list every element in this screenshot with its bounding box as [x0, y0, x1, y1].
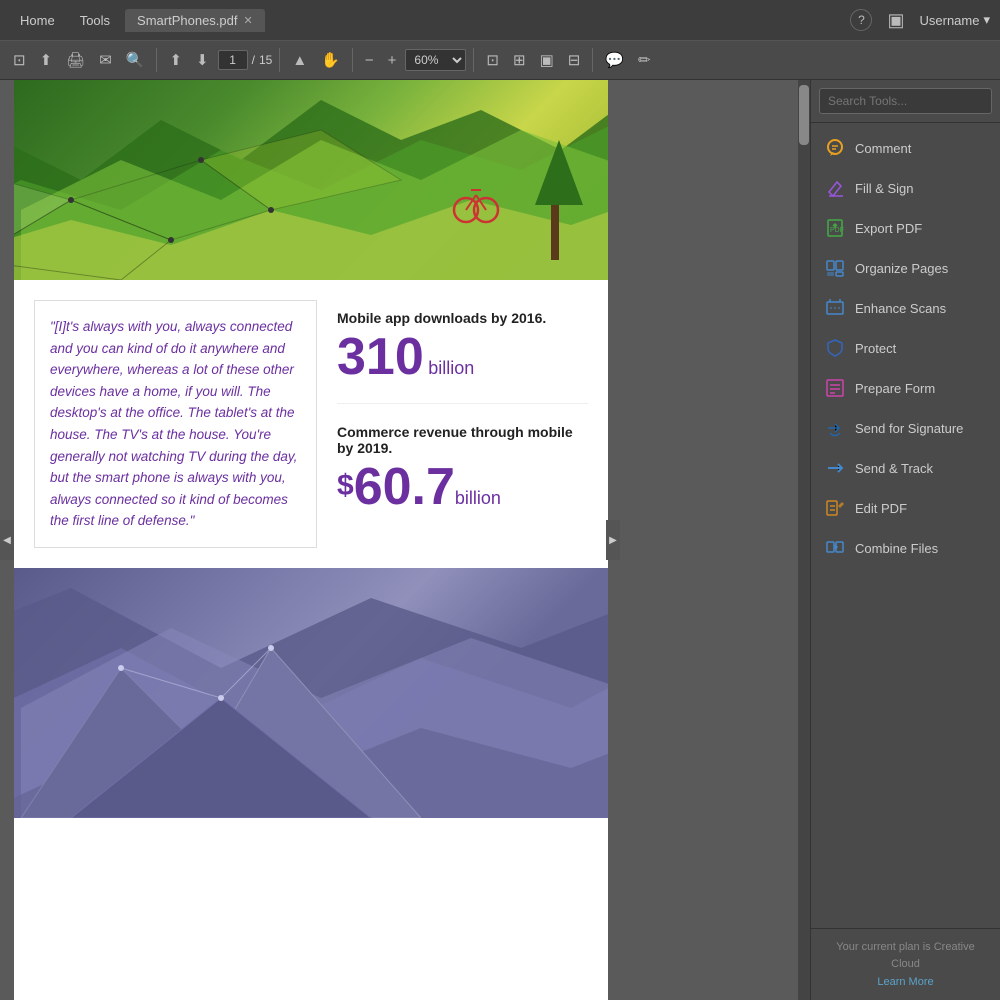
send-signature-tool-label: Send for Signature	[855, 421, 963, 436]
create-pdf-btn[interactable]: ⊡	[8, 47, 31, 73]
organize-pages-tool[interactable]: Organize Pages	[811, 248, 1000, 288]
stat2-unit: billion	[455, 488, 501, 508]
menu-right: ? ▣ Username ▾	[850, 9, 990, 31]
page-total: 15	[259, 53, 272, 67]
stat1-number: 310	[337, 328, 424, 386]
email-btn[interactable]: ✉	[94, 47, 117, 73]
combine-files-tool-icon	[825, 538, 845, 558]
comment-tool[interactable]: Comment	[811, 128, 1000, 168]
username-label: Username	[920, 13, 980, 28]
right-panel-toggle[interactable]: ▶	[606, 520, 620, 560]
fit-page-btn[interactable]: ⊡	[481, 47, 504, 73]
export-pdf-tool-label: Export PDF	[855, 221, 922, 236]
tab-label: SmartPhones.pdf	[137, 13, 237, 28]
help-btn[interactable]: ?	[850, 9, 872, 31]
right-tools-panel: Comment Fill & Sign PDF Export PDF Organize …	[810, 80, 1000, 1000]
zoom-select[interactable]: 60% 75% 100% 125%	[405, 49, 466, 71]
send-track-tool-label: Send & Track	[855, 461, 933, 476]
pdf-stats: Mobile app downloads by 2016. 310 billio…	[337, 300, 588, 548]
search-tools-input[interactable]	[819, 88, 992, 114]
stat1-unit: billion	[428, 358, 474, 378]
page-separator: /	[252, 53, 255, 67]
tablet-icon-btn[interactable]: ▣	[887, 10, 904, 31]
send-signature-tool[interactable]: Send for Signature	[811, 408, 1000, 448]
enhance-scans-tool-label: Enhance Scans	[855, 301, 946, 316]
print-btn[interactable]: 🖨	[61, 47, 90, 73]
combine-files-tool-label: Combine Files	[855, 541, 938, 556]
export-pdf-tool-icon: PDF	[825, 218, 845, 238]
combine-files-tool[interactable]: Combine Files	[811, 528, 1000, 568]
prepare-form-tool-label: Prepare Form	[855, 381, 935, 396]
edit-pdf-tool[interactable]: Edit PDF	[811, 488, 1000, 528]
stat1-number-group: 310 billion	[337, 331, 588, 383]
edit-pdf-tool-icon	[825, 498, 845, 518]
pdf-footer-image	[14, 568, 608, 818]
prepare-form-tool-icon	[825, 378, 845, 398]
plan-text: Your current plan is Creative Cloud	[821, 939, 990, 972]
stat1-label: Mobile app downloads by 2016.	[337, 310, 588, 326]
prev-page-btn[interactable]: ⬆	[164, 47, 187, 73]
zoom-in-btn[interactable]: +	[383, 48, 402, 73]
pen-toolbar-btn[interactable]: ✏	[633, 47, 656, 73]
comment-tool-icon	[825, 138, 845, 158]
learn-more-link[interactable]: Learn More	[877, 976, 933, 988]
send-track-tool[interactable]: Send & Track	[811, 448, 1000, 488]
find-btn[interactable]: 🔍	[121, 47, 150, 73]
pdf-quote-box: "[I]t's always with you, always connecte…	[34, 300, 317, 548]
pdf-quote-text: "[I]t's always with you, always connecte…	[50, 319, 297, 528]
main-area: ◀ ▶	[0, 80, 1000, 1000]
thumbnail-btn[interactable]: ▣	[535, 47, 559, 73]
protect-tool-label: Protect	[855, 341, 896, 356]
zoom-out-btn[interactable]: −	[360, 48, 379, 73]
toolbar: ⊡ ⬆ 🖨 ✉ 🔍 ⬆ ⬇ / 15 ▲ ✋ − + 60% 75% 100% …	[0, 40, 1000, 80]
page-nav: / 15	[218, 50, 273, 70]
comment-tool-label: Comment	[855, 141, 911, 156]
search-tools-area	[811, 80, 1000, 123]
fill-sign-tool[interactable]: Fill & Sign	[811, 168, 1000, 208]
organize-pages-tool-icon	[825, 258, 845, 278]
left-panel-toggle[interactable]: ◀	[0, 520, 14, 560]
stat2-number: 60.7	[354, 458, 455, 516]
tools-list: Comment Fill & Sign PDF Export PDF Organize …	[811, 123, 1000, 928]
protect-tool[interactable]: Protect	[811, 328, 1000, 368]
scrollbar[interactable]	[798, 80, 810, 1000]
scroll-thumb[interactable]	[799, 85, 809, 145]
next-page-btn[interactable]: ⬇	[191, 47, 214, 73]
enhance-scans-tool[interactable]: Enhance Scans	[811, 288, 1000, 328]
panel-footer: Your current plan is Creative Cloud Lear…	[811, 928, 1000, 1000]
send-track-tool-icon	[825, 458, 845, 478]
share-btn[interactable]: ⬆	[35, 47, 58, 73]
rotate-btn[interactable]: ⊟	[563, 47, 586, 73]
menu-tools[interactable]: Tools	[70, 9, 120, 32]
protect-tool-icon	[825, 338, 845, 358]
fit-width-btn[interactable]: ⊞	[508, 47, 531, 73]
organize-pages-tool-label: Organize Pages	[855, 261, 948, 276]
cursor-btn[interactable]: ▲	[287, 48, 312, 73]
pdf-header-image	[14, 80, 608, 280]
stat2-label: Commerce revenue through mobile by 2019.	[337, 424, 588, 456]
fill-sign-tool-label: Fill & Sign	[855, 181, 914, 196]
send-signature-tool-icon	[825, 418, 845, 438]
fill-sign-tool-icon	[825, 178, 845, 198]
prepare-form-tool[interactable]: Prepare Form	[811, 368, 1000, 408]
dropdown-arrow: ▾	[983, 12, 990, 28]
tab-close-btn[interactable]: ✕	[244, 14, 253, 27]
stat2-prefix: $	[337, 471, 354, 501]
comment-toolbar-btn[interactable]: 💬	[600, 47, 629, 73]
pdf-page: "[I]t's always with you, always connecte…	[14, 80, 608, 1000]
menu-home[interactable]: Home	[10, 9, 65, 32]
page-input[interactable]	[218, 50, 248, 70]
pdf-viewer: ◀ ▶	[0, 80, 810, 1000]
svg-text:PDF: PDF	[830, 227, 844, 234]
stat2-number-group: $60.7billion	[337, 461, 588, 513]
hand-btn[interactable]: ✋	[316, 47, 345, 73]
username-btn[interactable]: Username ▾	[920, 12, 991, 28]
pdf-content: "[I]t's always with you, always connecte…	[14, 280, 608, 568]
document-tab[interactable]: SmartPhones.pdf ✕	[125, 9, 265, 32]
export-pdf-tool[interactable]: PDF Export PDF	[811, 208, 1000, 248]
enhance-scans-tool-icon	[825, 298, 845, 318]
edit-pdf-tool-label: Edit PDF	[855, 501, 907, 516]
menu-bar: Home Tools SmartPhones.pdf ✕ ? ▣ Usernam…	[0, 0, 1000, 40]
